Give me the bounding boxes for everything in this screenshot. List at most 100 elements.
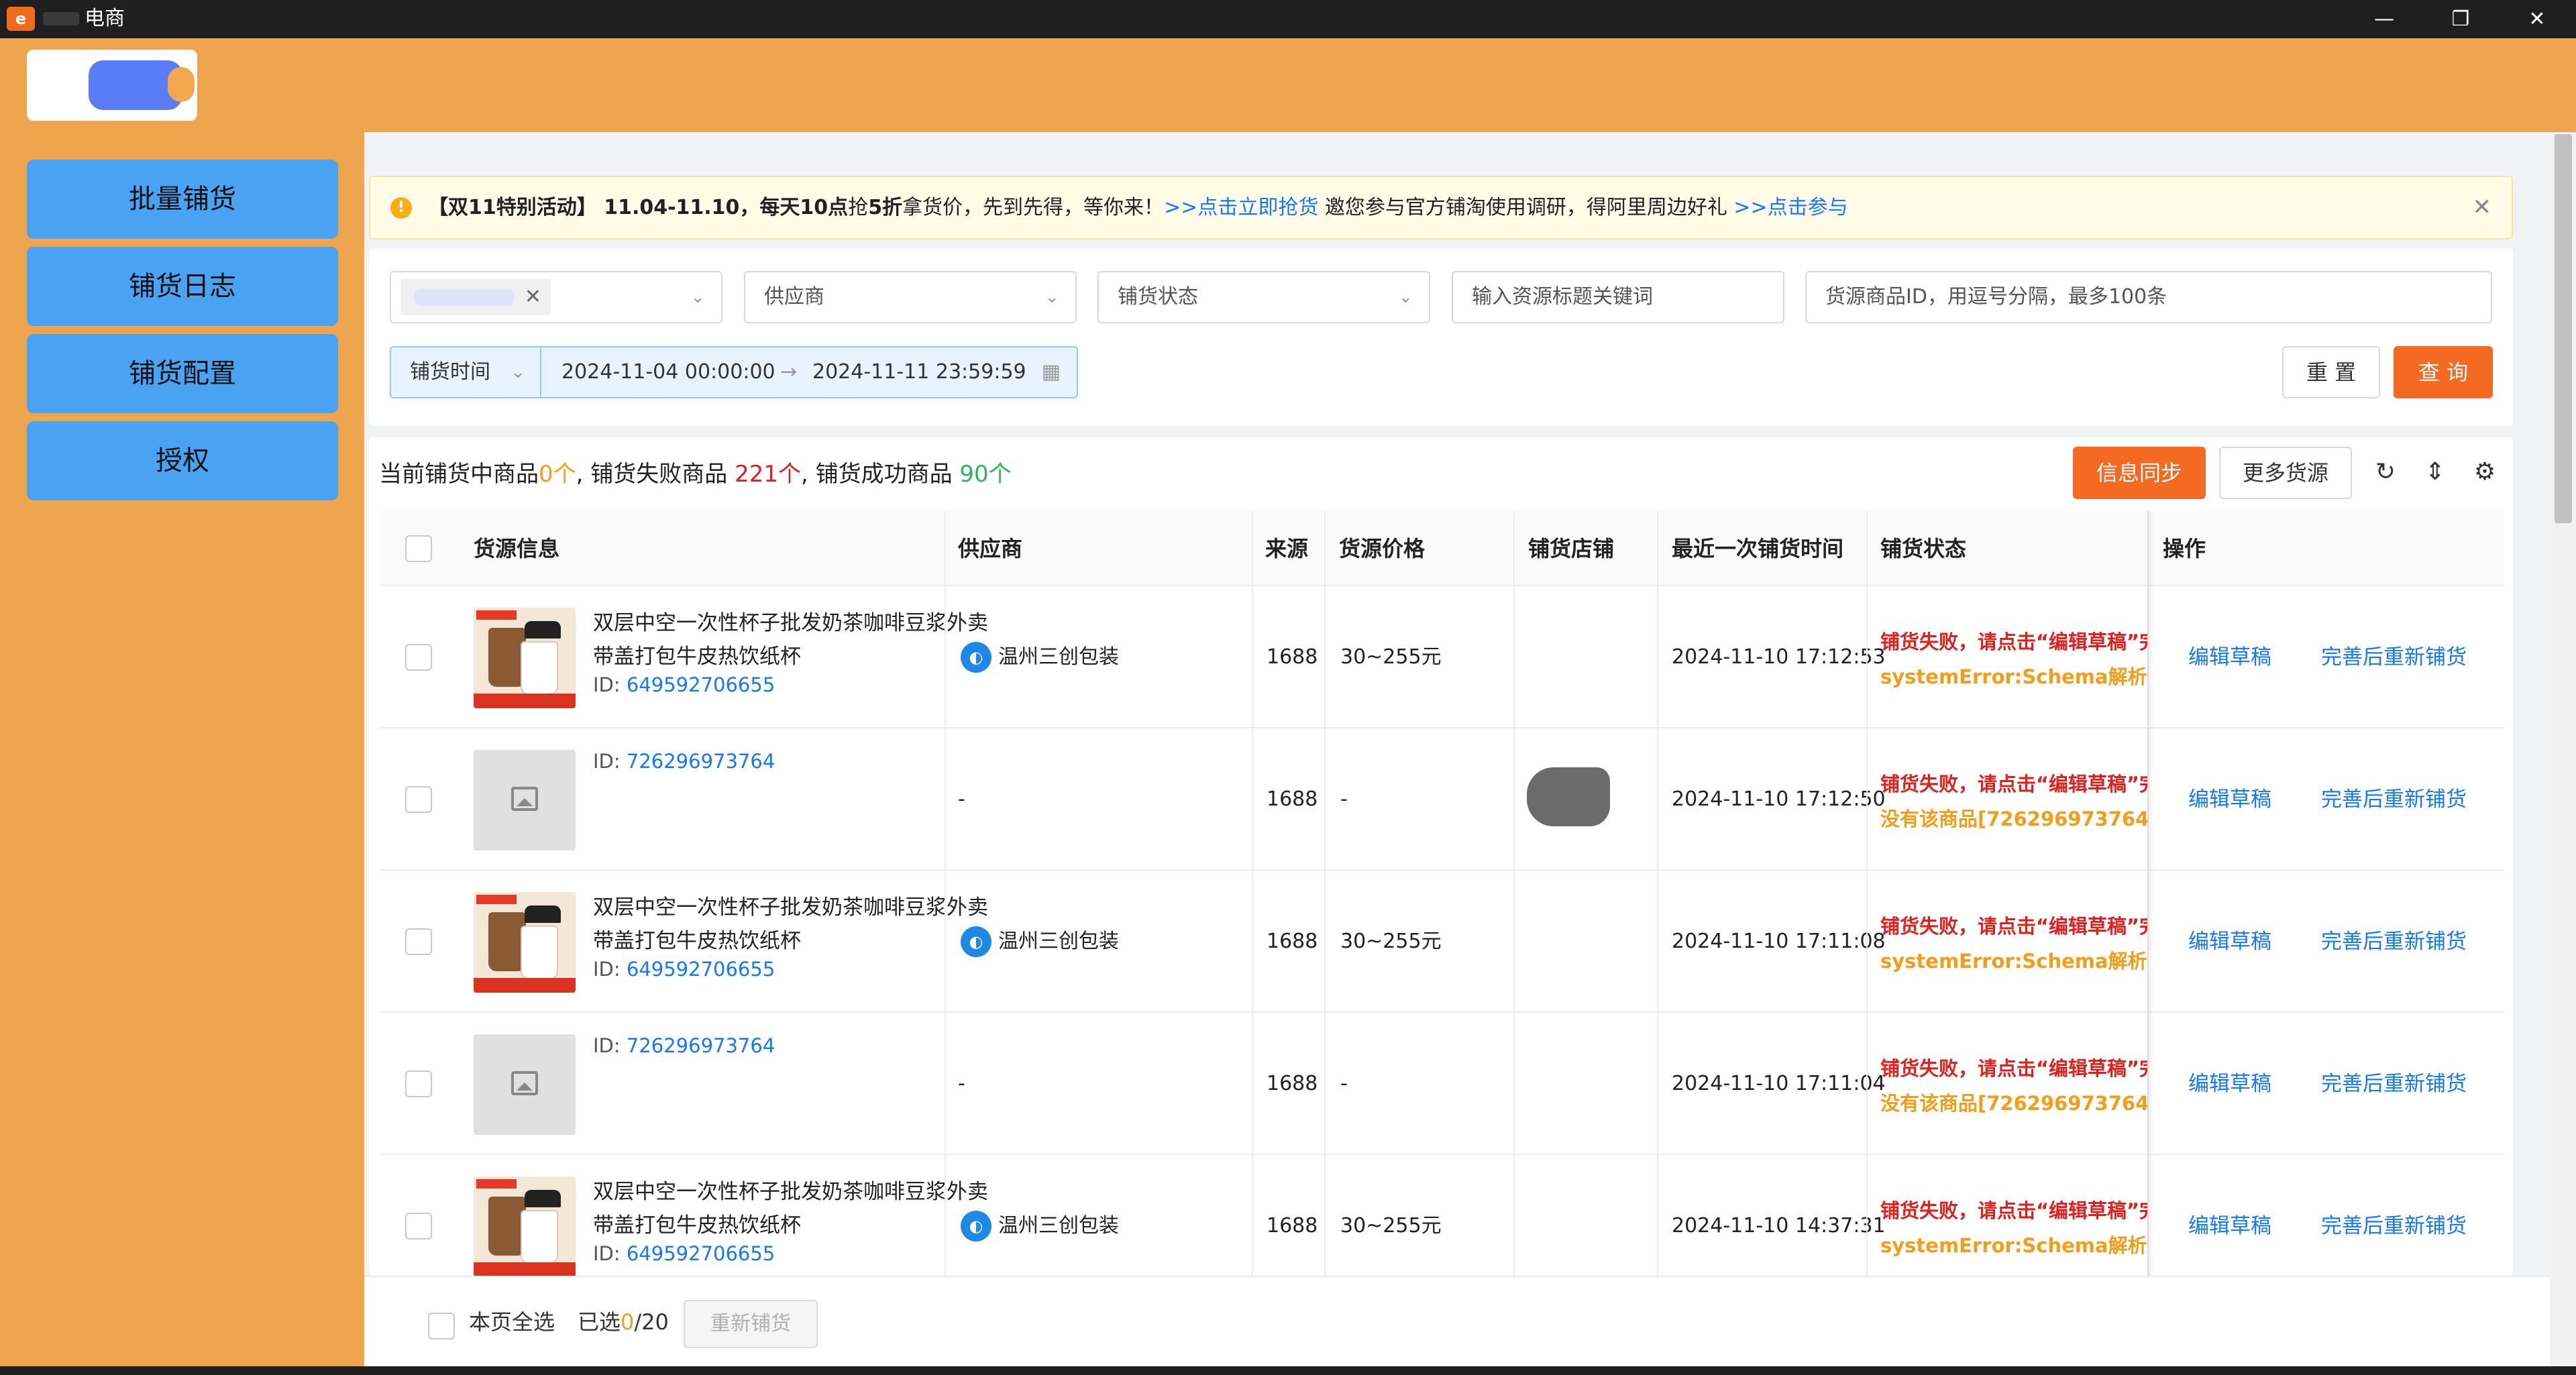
row-checkbox[interactable] — [405, 928, 432, 955]
batch-action-bar: 本页全选 已选0/20 重新铺货 — [364, 1276, 2550, 1366]
scrollbar-thumb[interactable] — [2555, 134, 2572, 523]
edit-draft-link[interactable]: 编辑草稿 — [2188, 871, 2271, 1013]
survey-link[interactable]: >>点击参与 — [1733, 196, 1847, 219]
arrow-right-icon: → — [780, 360, 798, 384]
keyword-placeholder: 输入资源标题关键词 — [1472, 285, 1653, 309]
edit-draft-link[interactable]: 编辑草稿 — [2188, 728, 2271, 871]
price: 30~255元 — [1340, 930, 1442, 953]
summary-mid1: , 铺货失败商品 — [576, 461, 735, 488]
refresh-icon[interactable]: ↻ — [2371, 456, 2400, 488]
calendar-icon[interactable]: ▦ — [1042, 347, 1061, 397]
product-thumbnail[interactable] — [474, 608, 576, 708]
query-button[interactable]: 查 询 — [2394, 346, 2493, 398]
edit-draft-link[interactable]: 编辑草稿 — [2188, 586, 2271, 728]
last-listing-time: 2024-11-10 17:11:08 — [1672, 930, 1886, 953]
supplier-name: 温州三创包装 — [998, 1214, 1119, 1238]
summary-mid2: , 铺货成功商品 — [800, 461, 960, 488]
row-checkbox[interactable] — [405, 644, 432, 671]
relist-after-edit-link[interactable]: 完善后重新铺货 — [2321, 871, 2467, 1013]
status-failed: 铺货失败，请点击“编辑草稿”完善后重新铺货 — [1880, 630, 2147, 653]
supplier-name: 温州三创包装 — [998, 930, 1119, 953]
product-id-link[interactable]: 726296973764 — [627, 1034, 775, 1057]
date-start[interactable]: 2024-11-04 00:00:00 — [561, 347, 775, 397]
origin: 1688 — [1267, 1214, 1318, 1238]
product-id-link[interactable]: 649592706655 — [627, 1242, 775, 1265]
reset-button[interactable]: 重 置 — [2282, 346, 2380, 398]
row-checkbox[interactable] — [405, 1213, 432, 1240]
product-id-link[interactable]: 649592706655 — [627, 673, 775, 696]
grab-goods-link[interactable]: >>点击立即抢货 — [1164, 196, 1318, 219]
app-logo-icon: e — [7, 7, 35, 31]
chevron-down-icon: ⌄ — [690, 287, 705, 307]
column-height-icon[interactable]: ⇕ — [2420, 456, 2450, 488]
product-thumbnail[interactable] — [474, 1176, 576, 1276]
sidebar-item-listing-log[interactable]: 铺货日志 — [27, 247, 338, 326]
origin: 1688 — [1267, 787, 1318, 811]
origin: 1688 — [1267, 930, 1318, 953]
store-select[interactable]: ✕ ⌄ — [390, 271, 722, 323]
product-id-link[interactable]: 726296973764 — [627, 750, 775, 773]
selected-total: /20 — [634, 1309, 669, 1335]
relist-after-edit-link[interactable]: 完善后重新铺货 — [2321, 1013, 2467, 1155]
row-checkbox[interactable] — [405, 1070, 432, 1097]
keyword-input[interactable]: 输入资源标题关键词 — [1452, 271, 1784, 323]
minimize-icon[interactable]: — — [2344, 0, 2424, 38]
header-store: 铺货店铺 — [1528, 536, 1615, 561]
sidebar-item-authorization[interactable]: 授权 — [27, 421, 338, 500]
supplier-select[interactable]: 供应商 ⌄ — [744, 271, 1077, 323]
close-icon[interactable]: ✕ — [2497, 0, 2576, 38]
promo-notice: ! 【双11特别活动】 11.04-11.10，每天10点抢5折拿货价，先到先得… — [369, 176, 2513, 239]
relist-after-edit-link[interactable]: 完善后重新铺货 — [2321, 1155, 2467, 1276]
column-divider — [1513, 511, 1515, 1276]
column-divider — [945, 511, 946, 1276]
remove-tag-icon[interactable]: ✕ — [525, 279, 541, 315]
status-error: systemError:Schema解析异常 — [1880, 665, 2147, 688]
product-title: 双层中空一次性杯子批发奶茶咖啡豆浆外卖带盖打包牛皮热饮纸杯 — [593, 611, 988, 669]
status-failed: 铺货失败，请点击“编辑草稿”完善后重新铺货 — [1880, 1057, 2147, 1080]
column-divider — [1252, 511, 1253, 1276]
sidebar-item-batch-listing[interactable]: 批量铺货 — [27, 160, 338, 239]
last-listing-time: 2024-11-10 17:11:04 — [1672, 1072, 1886, 1095]
header-supplier: 供应商 — [958, 536, 1023, 561]
restore-icon[interactable]: ❐ — [2420, 0, 2501, 38]
table-row: ID: 726296973764 - 1688 - 2024-11-10 17:… — [380, 728, 2504, 871]
origin: 1688 — [1267, 1072, 1318, 1095]
ids-input[interactable]: 货源商品ID，用逗号分隔，最多100条 — [1805, 271, 2492, 323]
settings-gear-icon[interactable]: ⚙ — [2470, 456, 2500, 488]
product-id: ID: 649592706655 — [593, 958, 775, 981]
select-page-checkbox[interactable] — [428, 1313, 455, 1339]
status-select[interactable]: 铺货状态 ⌄ — [1097, 271, 1430, 323]
date-range-picker[interactable]: 铺货时间 ⌄ 2024-11-04 00:00:00 → 2024-11-11 … — [390, 346, 1078, 398]
chevron-down-icon: ⌄ — [1044, 287, 1059, 307]
price: 30~255元 — [1340, 1214, 1442, 1238]
table-row: 双层中空一次性杯子批发奶茶咖啡豆浆外卖带盖打包牛皮热饮纸杯 ID: 649592… — [380, 871, 2504, 1013]
product-title: 双层中空一次性杯子批发奶茶咖啡豆浆外卖带盖打包牛皮热饮纸杯 — [593, 1180, 988, 1238]
select-all-label[interactable]: 本页全选 — [469, 1277, 555, 1368]
date-end[interactable]: 2024-11-11 23:59:59 — [812, 347, 1026, 397]
column-divider — [1324, 511, 1326, 1276]
logo-redacted-accent — [168, 67, 195, 102]
date-type-select[interactable]: 铺货时间 ⌄ — [391, 347, 541, 397]
status-error: 没有该商品[726296973764]的信息 — [1880, 808, 2147, 830]
relist-after-edit-link[interactable]: 完善后重新铺货 — [2321, 728, 2467, 871]
relist-after-edit-link[interactable]: 完善后重新铺货 — [2321, 586, 2467, 728]
product-id-link[interactable]: 649592706655 — [627, 958, 775, 981]
edit-draft-link[interactable]: 编辑草稿 — [2188, 1155, 2271, 1276]
warning-icon: ! — [390, 197, 412, 219]
header-status: 铺货状态 — [1880, 536, 1967, 561]
close-icon[interactable]: ✕ — [2473, 177, 2492, 238]
edit-draft-link[interactable]: 编辑草稿 — [2188, 1013, 2271, 1155]
sidebar-item-listing-config[interactable]: 铺货配置 — [27, 334, 338, 413]
column-divider — [1866, 511, 1868, 1276]
relist-button[interactable]: 重新铺货 — [684, 1300, 818, 1348]
row-checkbox[interactable] — [405, 786, 432, 813]
sync-info-button[interactable]: 信息同步 — [2073, 447, 2206, 499]
last-listing-time: 2024-11-10 14:37:31 — [1672, 1214, 1886, 1238]
in-progress-count: 0个 — [539, 461, 576, 488]
product-id: ID: 649592706655 — [593, 673, 775, 696]
select-all-checkbox[interactable] — [405, 535, 432, 562]
more-sources-button[interactable]: 更多货源 — [2219, 447, 2352, 499]
last-listing-time: 2024-11-10 17:12:53 — [1672, 645, 1886, 669]
notice-text-3: 5折 — [868, 196, 903, 219]
product-thumbnail[interactable] — [474, 892, 576, 993]
